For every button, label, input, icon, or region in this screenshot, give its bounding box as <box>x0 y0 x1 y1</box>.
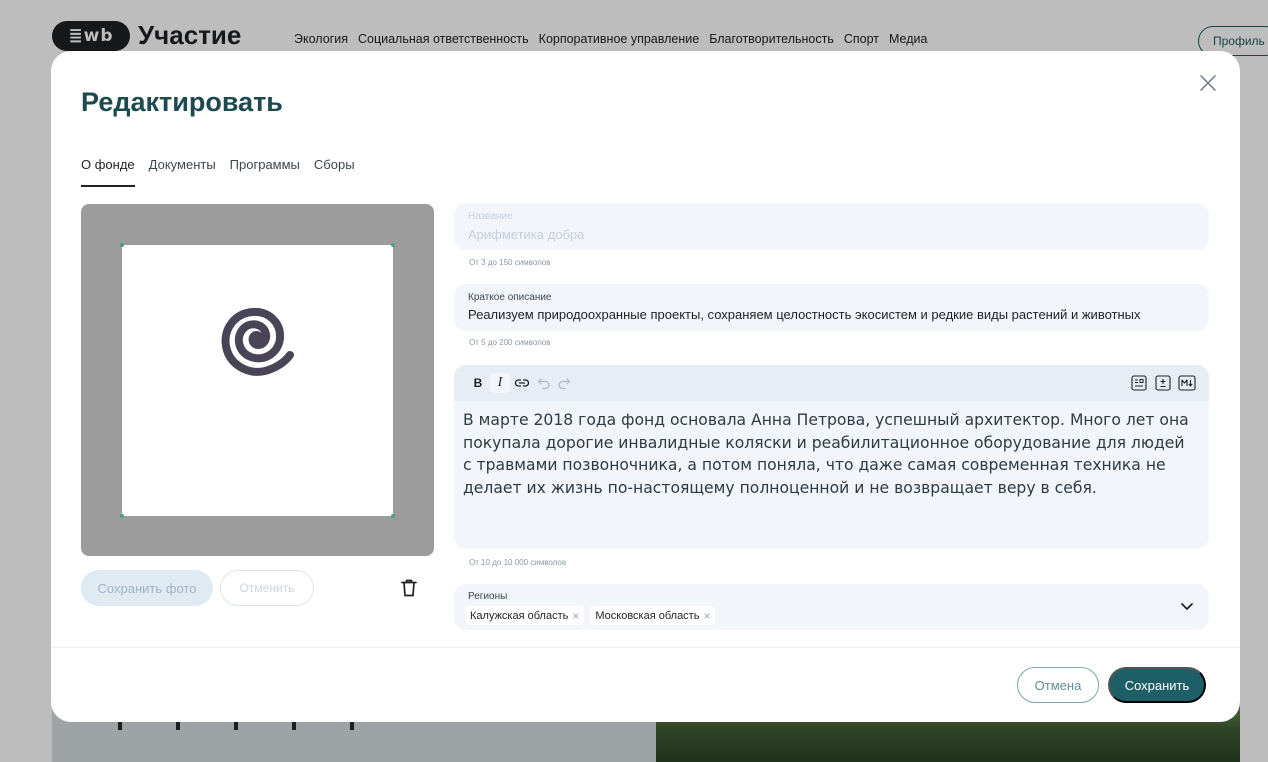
editor-content[interactable]: В марте 2018 года фонд основала Анна Пет… <box>463 409 1193 499</box>
cancel-photo-button[interactable]: Отменить <box>220 570 314 606</box>
link-icon[interactable] <box>512 375 532 391</box>
photo-cropper[interactable] <box>81 204 434 556</box>
crop-handle-bottom-left[interactable] <box>120 514 124 518</box>
region-chip-label: Калужская область <box>470 609 569 622</box>
spiral-logo-icon <box>221 307 294 376</box>
save-button[interactable]: Сохранить <box>1108 667 1206 703</box>
tab-programs[interactable]: Программы <box>230 157 300 187</box>
name-field-hint: От 3 до 150 символов <box>469 258 551 267</box>
plus-minus-icon[interactable] <box>1153 375 1173 391</box>
rich-text-mode-icon[interactable] <box>1129 375 1149 391</box>
trash-icon[interactable] <box>399 578 419 598</box>
short-description-hint: От 5 до 200 символов <box>469 338 551 347</box>
name-field[interactable]: Название Арифметика добра <box>454 203 1209 250</box>
redo-icon[interactable] <box>554 376 574 390</box>
crop-handle-bottom-right[interactable] <box>391 514 395 518</box>
region-chip: Калужская область × <box>465 606 585 625</box>
markdown-mode-icon[interactable] <box>1177 375 1197 391</box>
description-editor[interactable]: B I В марте 2018 года фонд основала Анна… <box>454 365 1209 549</box>
remove-chip-icon[interactable]: × <box>572 609 579 623</box>
save-photo-button[interactable]: Сохранить фото <box>81 570 213 606</box>
crop-handle-top-right[interactable] <box>391 243 395 247</box>
chevron-down-icon[interactable] <box>1179 598 1195 614</box>
close-icon[interactable] <box>1196 71 1220 95</box>
regions-chips: Калужская область × Московская область × <box>465 606 716 625</box>
modal-title: Редактировать <box>81 87 283 117</box>
footer-divider <box>51 647 1240 648</box>
regions-select[interactable]: Регионы Калужская область × Московская о… <box>454 584 1209 630</box>
bold-button[interactable]: B <box>468 373 488 393</box>
tab-about-fund[interactable]: О фонде <box>81 157 135 187</box>
short-description-label: Краткое описание <box>468 292 552 303</box>
regions-label: Регионы <box>468 591 508 602</box>
undo-icon[interactable] <box>534 376 554 390</box>
italic-button[interactable]: I <box>490 373 510 393</box>
short-description-value: Реализуем природоохранные проекты, сохра… <box>468 307 1141 322</box>
modal-tabs: О фонде Документы Программы Сборы <box>81 157 355 187</box>
crop-area[interactable] <box>120 243 395 518</box>
name-field-value: Арифметика добра <box>468 227 585 242</box>
editor-toolbar: B I <box>454 365 1209 401</box>
tab-fundraisers[interactable]: Сборы <box>314 157 355 187</box>
editor-hint: От 10 до 10 000 символов <box>469 558 567 567</box>
crop-handle-top-left[interactable] <box>120 243 124 247</box>
remove-chip-icon[interactable]: × <box>703 609 710 623</box>
region-chip-label: Московская область <box>595 609 700 622</box>
region-chip: Московская область × <box>590 606 716 625</box>
name-field-label: Название <box>468 211 513 222</box>
short-description-field[interactable]: Краткое описание Реализуем природоохранн… <box>454 284 1209 331</box>
edit-modal: Редактировать О фонде Документы Программ… <box>51 51 1240 722</box>
cancel-button[interactable]: Отмена <box>1017 667 1099 703</box>
tab-documents[interactable]: Документы <box>149 157 216 187</box>
